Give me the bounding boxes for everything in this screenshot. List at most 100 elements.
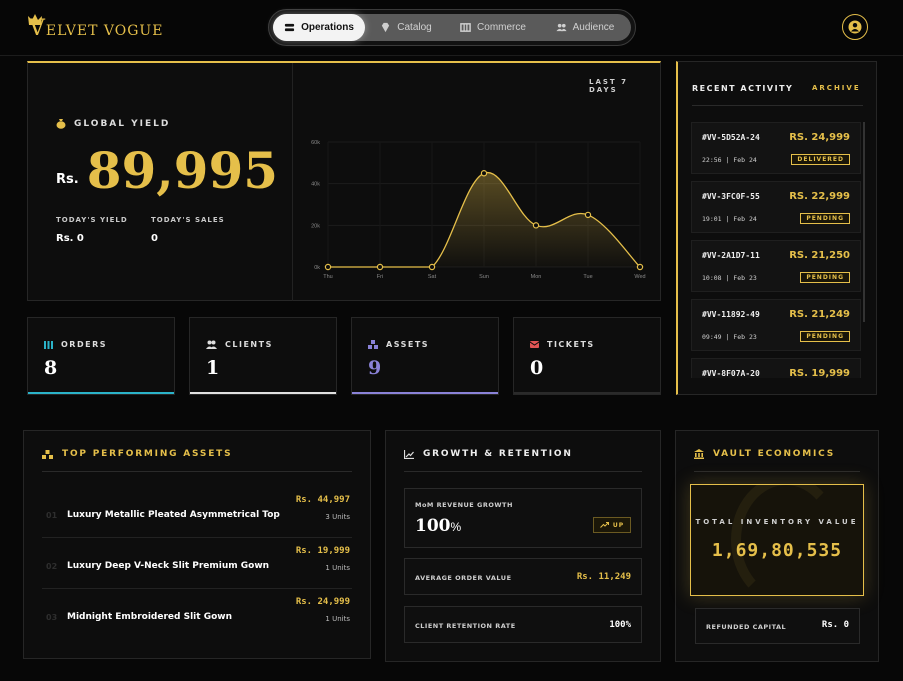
activity-scrollbar[interactable] <box>863 122 865 322</box>
logo-text: ELVET VOGUE <box>45 23 164 39</box>
stat-value: 1 <box>206 357 220 379</box>
trend-up-badge: UP <box>593 517 631 533</box>
order-id: #VV-11892-49 <box>702 310 760 319</box>
order-amount: RS. 22,999 <box>789 191 850 202</box>
stat-accent-bar <box>352 392 498 394</box>
mom-growth-value: 100% <box>415 516 462 536</box>
stat-card-orders[interactable]: ORDERS 8 <box>27 317 175 395</box>
tab-catalog[interactable]: Catalog <box>365 14 447 41</box>
order-time: 09:49 | Feb 23 <box>702 333 757 341</box>
asset-row[interactable]: 03 Midnight Embroidered Slit Gown Rs. 24… <box>42 589 352 640</box>
yield-amount: 89,995 <box>86 141 279 200</box>
x-tick-label: Sun <box>479 274 489 280</box>
user-profile-button[interactable] <box>842 14 868 40</box>
asset-rank: 03 <box>46 613 58 622</box>
main-nav: Operations Catalog Commerce Audience <box>268 9 636 46</box>
global-yield-value: Rs. 89,995 <box>56 139 278 203</box>
recent-activity-panel: RECENT ACTIVITY ARCHIVE #VV-5D52A-24 RS.… <box>676 61 877 395</box>
data-point <box>376 263 384 271</box>
stat-label: ORDERS <box>61 340 107 349</box>
activity-list[interactable]: #VV-5D52A-24 RS. 24,999 22:56 | Feb 24 D… <box>691 122 861 378</box>
retention-label: CLIENT RETENTION RATE <box>415 622 516 630</box>
y-tick-label: 20k <box>311 223 320 229</box>
stat-accent-bar <box>190 392 336 394</box>
money-bag-icon <box>56 119 66 129</box>
x-tick-label: Thu <box>323 274 332 280</box>
tab-commerce[interactable]: Commerce <box>447 14 539 41</box>
line-chart-icon <box>404 449 414 459</box>
stat-card-tickets[interactable]: TICKETS 0 <box>513 317 661 395</box>
total-inventory-value: 1,69,80,535 <box>711 540 843 561</box>
divider <box>694 471 860 472</box>
tab-audience[interactable]: Audience <box>539 14 631 41</box>
asset-row[interactable]: 02 Luxury Deep V-Neck Slit Premium Gown … <box>42 538 352 589</box>
activity-item[interactable]: #VV-11892-49 RS. 21,249 09:49 | Feb 23 P… <box>691 299 861 351</box>
crown-icon <box>28 14 42 25</box>
order-amount: RS. 24,999 <box>789 132 850 143</box>
yield-area-chart: 0k 20k 40k 60k Thu Fri Sat Sun Mon Tue Wed <box>311 140 645 280</box>
status-badge: DELIVERED <box>791 154 850 165</box>
asset-name: Luxury Metallic Pleated Asymmetrical Top <box>67 510 280 520</box>
user-icon <box>848 20 862 34</box>
asset-units: 1 Units <box>325 615 350 623</box>
refunded-capital-card: REFUNDED CAPITAL Rs. 0 <box>695 608 860 644</box>
refunded-capital-label: REFUNDED CAPITAL <box>706 623 787 631</box>
todays-yield-value: Rs. 0 <box>56 233 84 244</box>
asset-name: Midnight Embroidered Slit Gown <box>67 612 232 622</box>
mom-growth-label: MoM REVENUE GROWTH <box>415 501 513 509</box>
archive-link[interactable]: ARCHIVE <box>812 84 861 92</box>
asset-rank: 01 <box>46 511 58 520</box>
asset-row[interactable]: 01 Luxury Metallic Pleated Asymmetrical … <box>42 487 352 538</box>
order-time: 19:01 | Feb 24 <box>702 215 757 223</box>
order-id: #VV-5D52A-24 <box>702 133 760 142</box>
stat-label: CLIENTS <box>225 340 273 349</box>
stat-card-clients[interactable]: CLIENTS 1 <box>189 317 337 395</box>
tab-label: Commerce <box>477 22 526 33</box>
asset-price: Rs. 19,999 <box>295 546 350 556</box>
data-point <box>584 211 592 219</box>
stat-value: 8 <box>44 357 58 379</box>
orders-icon <box>44 340 53 349</box>
order-time: 10:08 | Feb 23 <box>702 274 757 282</box>
asset-name: Luxury Deep V-Neck Slit Premium Gown <box>67 561 270 571</box>
order-amount: RS. 21,250 <box>789 250 850 261</box>
todays-sales-label: TODAY'S SALES <box>151 216 225 224</box>
data-point <box>480 170 488 177</box>
aov-value: Rs. 11,249 <box>576 572 631 582</box>
activity-item[interactable]: #VV-8F07A-20 RS. 19,999 <box>691 358 861 378</box>
clients-icon <box>206 340 217 349</box>
stat-accent-bar <box>514 392 660 394</box>
trend-up-icon <box>600 522 609 528</box>
top-assets-panel: TOP PERFORMING ASSETS 01 Luxury Metallic… <box>23 430 371 659</box>
tab-operations[interactable]: Operations <box>273 14 365 41</box>
growth-title: GROWTH & RETENTION <box>404 449 573 459</box>
tab-label: Operations <box>301 22 354 33</box>
asset-price: Rs. 44,997 <box>295 495 350 505</box>
brand-logo[interactable]: V ELVET VOGUE <box>28 14 164 42</box>
activity-item[interactable]: #VV-2A1D7-11 RS. 21,250 10:08 | Feb 23 P… <box>691 240 861 292</box>
area-fill <box>328 172 640 267</box>
order-id: #VV-8F07A-20 <box>702 369 760 378</box>
refunded-capital-value: Rs. 0 <box>821 620 849 630</box>
status-badge: PENDING <box>800 213 850 224</box>
top-assets-title: TOP PERFORMING ASSETS <box>42 449 232 459</box>
stat-value: 9 <box>368 357 382 379</box>
divider <box>404 471 642 472</box>
assets-icon <box>368 340 378 349</box>
global-yield-title: GLOBAL YIELD <box>56 118 170 129</box>
stat-card-assets[interactable]: ASSETS 9 <box>351 317 499 395</box>
aov-card: AVERAGE ORDER VALUE Rs. 11,249 <box>404 558 642 595</box>
activity-item[interactable]: #VV-3FC0F-55 RS. 22,999 19:01 | Feb 24 P… <box>691 181 861 233</box>
vault-title: VAULT ECONOMICS <box>694 449 835 459</box>
order-amount: RS. 21,249 <box>789 309 850 320</box>
y-tick-label: 60k <box>311 140 320 146</box>
data-point <box>428 263 436 271</box>
tab-label: Audience <box>572 22 615 33</box>
retention-card: CLIENT RETENTION RATE 100% <box>404 606 642 643</box>
layers-icon <box>285 23 295 32</box>
asset-units: 1 Units <box>325 564 350 572</box>
stat-label: TICKETS <box>547 340 595 349</box>
data-point <box>636 263 644 271</box>
activity-item[interactable]: #VV-5D52A-24 RS. 24,999 22:56 | Feb 24 D… <box>691 122 861 174</box>
data-point <box>324 263 332 271</box>
